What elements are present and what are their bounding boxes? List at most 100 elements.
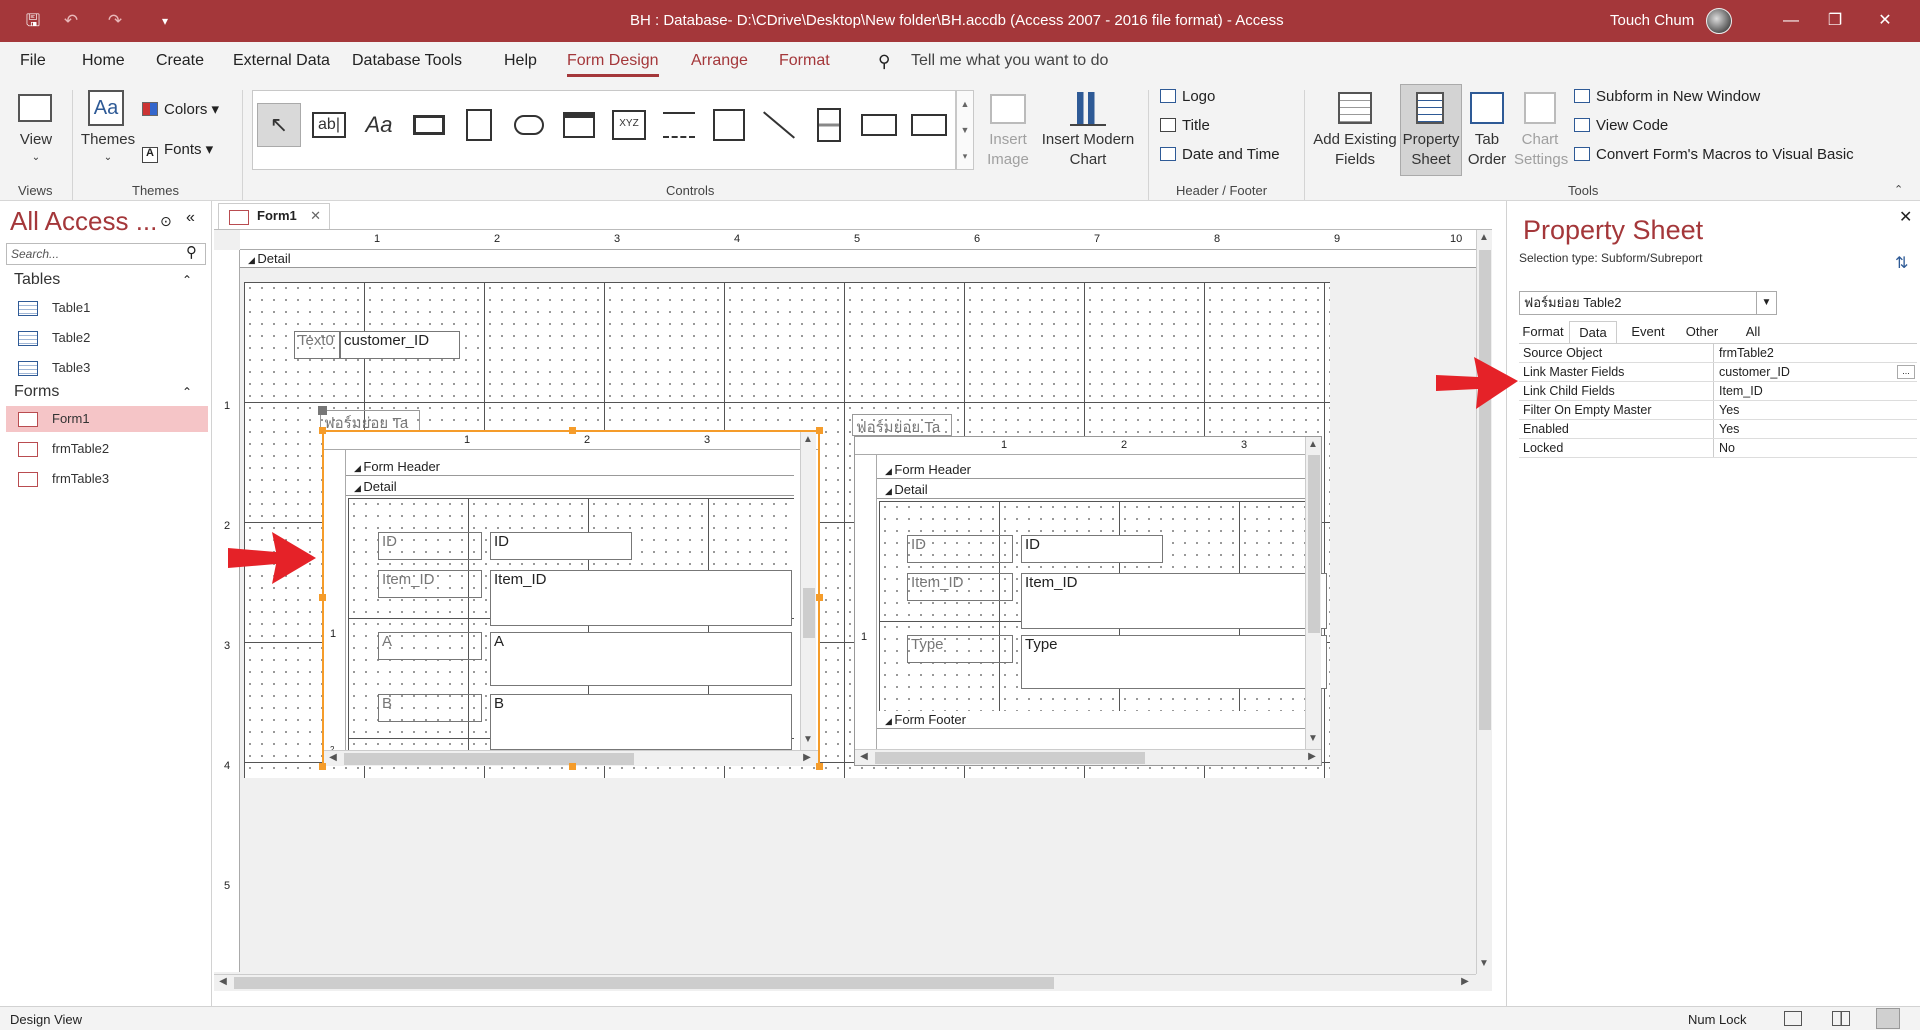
themes-icon[interactable]: Aa	[88, 90, 124, 126]
prop-tab-event[interactable]: Event	[1623, 321, 1673, 343]
logo-button[interactable]: Logo	[1160, 88, 1215, 105]
chevron-up-icon[interactable]: ⌃	[182, 273, 192, 287]
scroll-down-icon[interactable]: ▼	[1477, 958, 1491, 969]
canvas-vscrollbar[interactable]: ▲ ▼	[1476, 230, 1492, 974]
resize-handle[interactable]	[569, 763, 576, 770]
chart-icon[interactable]	[1070, 92, 1106, 126]
tab-order-icon[interactable]	[1470, 92, 1504, 124]
minimize-icon[interactable]: —	[1768, 0, 1814, 42]
prop-tab-other[interactable]: Other	[1677, 321, 1727, 343]
prop-tab-data[interactable]: Data	[1569, 321, 1617, 343]
text0-label[interactable]: Text0	[294, 331, 340, 359]
resize-handle[interactable]	[816, 594, 823, 601]
tab-file[interactable]: File	[20, 52, 46, 70]
scroll-right-icon[interactable]: ▶	[800, 752, 814, 763]
textbox-tool-icon[interactable]: ab|	[307, 103, 351, 147]
tab-database-tools[interactable]: Database Tools	[352, 52, 462, 70]
tab-order-button[interactable]: Tab Order	[1464, 130, 1510, 170]
prop-tab-all[interactable]: All	[1731, 321, 1775, 343]
tab-format[interactable]: Format	[779, 52, 830, 70]
subform1-field-textbox[interactable]: ID	[490, 532, 632, 560]
scroll-up-icon[interactable]: ▲	[801, 434, 815, 445]
subform1-caption-label[interactable]: ฟอร์มย่อย Ta	[320, 410, 420, 432]
prop-tab-format[interactable]: Format	[1519, 321, 1567, 343]
subform1-form-header-bar[interactable]: Form Header	[346, 458, 794, 476]
resize-handle[interactable]	[816, 763, 823, 770]
subform2-field-label[interactable]: Type	[907, 635, 1013, 663]
property-row-selected[interactable]: Link Master Fields customer_ID...	[1519, 363, 1917, 382]
chevron-up-icon[interactable]: ⌃	[182, 385, 192, 399]
collapse-nav-icon[interactable]: «	[186, 209, 195, 227]
chevron-down-icon[interactable]: ▼	[1756, 292, 1776, 314]
property-row[interactable]: Filter On Empty Master Yes	[1519, 401, 1917, 420]
canvas-hscrollbar[interactable]: ◀ ▶	[214, 974, 1476, 990]
subform1-container[interactable]: 1 2 3 1 2 Form Header Detail ID ID Item_…	[322, 430, 820, 766]
scroll-down-icon[interactable]: ▼	[1306, 733, 1320, 744]
nav-menu-icon[interactable]: ⊙	[160, 213, 172, 230]
save-icon[interactable]: 🖫	[22, 10, 44, 32]
view-icon[interactable]	[18, 94, 52, 122]
customize-toolbar-icon[interactable]: ▾	[154, 10, 176, 32]
subform1-field-label[interactable]: A	[378, 632, 482, 660]
subform1-field-label[interactable]: B	[378, 694, 482, 722]
scroll-left-icon[interactable]: ◀	[857, 751, 871, 762]
close-icon[interactable]: ✕	[1862, 0, 1908, 42]
close-tab-icon[interactable]: ✕	[310, 204, 321, 228]
subform2-field-textbox[interactable]: Type	[1021, 635, 1327, 689]
scroll-up-icon[interactable]: ▲	[1306, 439, 1320, 450]
subform2-form-footer-bar[interactable]: Form Footer	[877, 711, 1305, 729]
nav-item-table[interactable]: Table2	[6, 325, 208, 351]
user-name[interactable]: Touch Chum	[1610, 12, 1694, 29]
label-tool-icon[interactable]: Aa	[357, 103, 401, 147]
design-view-icon[interactable]	[1876, 1008, 1900, 1029]
button-tool-icon[interactable]	[407, 103, 451, 147]
tab-home[interactable]: Home	[82, 52, 125, 70]
property-row[interactable]: Link Child Fields Item_ID	[1519, 382, 1917, 401]
subform2-field-textbox[interactable]: ID	[1021, 535, 1163, 563]
detail-section-bar[interactable]: Detail	[240, 250, 1476, 268]
page-break-tool-icon[interactable]	[707, 103, 751, 147]
subform2-detail-bar[interactable]: Detail	[877, 481, 1305, 499]
property-row[interactable]: Enabled Yes	[1519, 420, 1917, 439]
document-tab[interactable]: Form1 ✕	[218, 203, 330, 229]
resize-handle[interactable]	[319, 594, 326, 601]
nav-title[interactable]: All Access ...	[10, 206, 157, 237]
sort-icon[interactable]: ⇅	[1895, 253, 1908, 273]
chevron-down-icon[interactable]: ⌄	[80, 148, 136, 168]
scroll-left-icon[interactable]: ◀	[216, 976, 230, 987]
redo-icon[interactable]: ↷	[104, 10, 126, 32]
option-group-tool-icon[interactable]	[657, 103, 701, 147]
gallery-scroll[interactable]: ▲ ▼ ▾	[956, 90, 974, 170]
nav-section-tables[interactable]: Tables	[14, 271, 60, 289]
object-selector[interactable]: ฟอร์มย่อย Table2 ▼	[1519, 291, 1777, 315]
scroll-up-icon[interactable]: ▲	[1477, 232, 1491, 243]
themes-button[interactable]: Themes	[80, 130, 136, 150]
combo-box-tool-icon[interactable]	[857, 103, 901, 147]
subform-new-window-button[interactable]: Subform in New Window	[1574, 88, 1760, 105]
tab-create[interactable]: Create	[156, 52, 204, 70]
builder-button[interactable]: ...	[1897, 365, 1915, 379]
restore-icon[interactable]: ❐	[1812, 0, 1858, 42]
undo-icon[interactable]: ↶	[60, 10, 82, 32]
resize-handle[interactable]	[816, 427, 823, 434]
add-existing-fields-button[interactable]: Add Existing Fields	[1308, 130, 1402, 170]
search-icon[interactable]: ⚲	[186, 243, 197, 261]
scroll-down-icon[interactable]: ▼	[801, 734, 815, 745]
chevron-down-icon[interactable]: ⌄	[18, 148, 54, 168]
tab-help[interactable]: Help	[504, 52, 537, 70]
tab-control-tool-icon[interactable]	[457, 103, 501, 147]
property-row[interactable]: Locked No	[1519, 439, 1917, 458]
customer-id-textbox[interactable]: customer_ID	[340, 331, 460, 359]
nav-item-table[interactable]: Table3	[6, 355, 208, 381]
resize-handle[interactable]	[319, 763, 326, 770]
hyperlink-tool-icon[interactable]	[507, 103, 551, 147]
subform1-field-textbox[interactable]: B	[490, 694, 792, 750]
nav-item-form-selected[interactable]: Form1	[6, 406, 208, 432]
line-tool-icon[interactable]	[757, 103, 801, 147]
select-tool-icon[interactable]: ↖	[257, 103, 301, 147]
resize-handle[interactable]	[319, 427, 326, 434]
fonts-button[interactable]: A Fonts ▾	[142, 140, 213, 163]
convert-macros-button[interactable]: Convert Form's Macros to Visual Basic	[1574, 146, 1854, 163]
tab-form-design[interactable]: Form Design	[567, 52, 659, 77]
subform1-field-textbox[interactable]: A	[490, 632, 792, 686]
